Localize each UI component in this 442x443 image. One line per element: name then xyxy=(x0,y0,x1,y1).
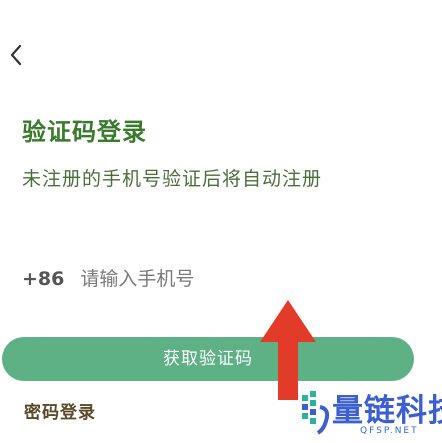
phone-input-row: +86 xyxy=(22,268,301,290)
page-subtitle: 未注册的手机号验证后将自动注册 xyxy=(22,168,323,190)
back-button[interactable] xyxy=(6,40,26,70)
watermark-text: 量链科技 xyxy=(332,393,442,429)
phone-number-input[interactable] xyxy=(80,268,301,290)
password-login-link[interactable]: 密码登录 xyxy=(24,398,96,423)
watermark-logo-icon xyxy=(302,391,330,435)
get-verification-code-button[interactable]: 获取验证码 xyxy=(2,337,414,381)
login-screen: 验证码登录 未注册的手机号验证后将自动注册 +86 获取验证码 密码登录 量链科… xyxy=(0,0,442,443)
watermark-subtext: QFSP.NET xyxy=(360,426,419,436)
chevron-left-icon xyxy=(10,44,22,66)
page-title: 验证码登录 xyxy=(22,118,147,146)
country-code-label[interactable]: +86 xyxy=(22,268,64,290)
watermark: 量链科技 QFSP.NET xyxy=(300,387,442,441)
